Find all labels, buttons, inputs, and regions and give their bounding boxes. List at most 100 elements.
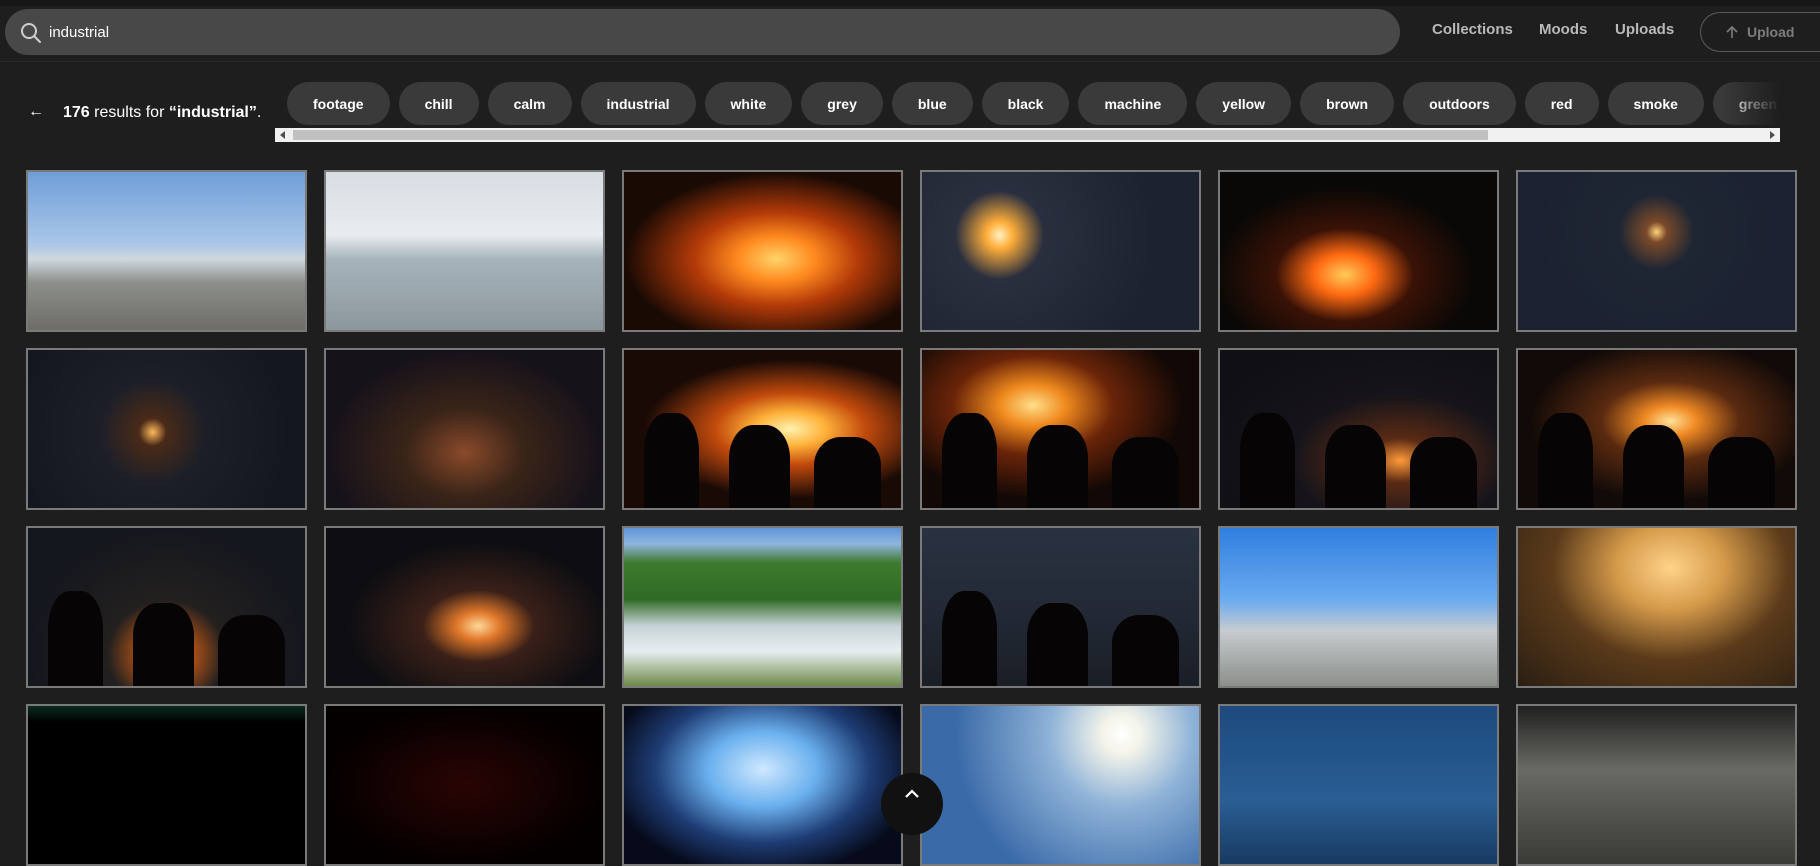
- video-thumbnail-people-fire-backlit[interactable]: [1516, 348, 1797, 510]
- tag-chip-grey[interactable]: grey: [801, 82, 883, 125]
- results-middle-text: results for: [89, 104, 169, 121]
- thumbnail-image: [1518, 528, 1795, 686]
- tag-chip-industrial[interactable]: industrial: [580, 82, 696, 125]
- thumbnail-image: [326, 172, 603, 330]
- silhouette-shape: [1112, 437, 1179, 508]
- tags-fade-overlay: [1720, 82, 1780, 130]
- video-thumbnail-gears-mechanism[interactable]: [1516, 704, 1797, 866]
- tag-chip-machine[interactable]: machine: [1078, 82, 1188, 125]
- thumbnail-image: [624, 706, 901, 864]
- video-thumbnail-torch-flame-night[interactable]: [920, 170, 1201, 332]
- silhouette-shape: [133, 603, 194, 686]
- tag-list: footage chill calm industrial white grey blue b…: [287, 82, 1780, 125]
- results-count: 176: [63, 104, 90, 121]
- video-thumbnail-dam-river-hills[interactable]: [622, 526, 903, 688]
- thumbnail-image: [326, 528, 603, 686]
- video-thumbnail-fence-sea-view[interactable]: [324, 170, 605, 332]
- silhouette-shape: [1027, 425, 1088, 508]
- silhouette-shape: [1538, 413, 1593, 508]
- silhouette-shape: [1623, 425, 1684, 508]
- tag-chip-footage[interactable]: footage: [287, 82, 390, 125]
- video-thumbnail-sun-mountains[interactable]: [920, 704, 1201, 866]
- scrollbar-thumb[interactable]: [293, 130, 1488, 140]
- thumbnail-image: [1220, 706, 1497, 864]
- thumbnail-image: [1220, 172, 1497, 330]
- nav-moods-link[interactable]: Moods: [1539, 21, 1587, 38]
- results-grid: [26, 170, 1797, 866]
- results-end-text: .: [256, 104, 262, 121]
- tag-chip-white[interactable]: white: [704, 82, 793, 125]
- scroll-left-icon[interactable]: [280, 131, 285, 139]
- video-thumbnail-satellite-dish[interactable]: [1218, 704, 1499, 866]
- video-thumbnail-lit-tower-night[interactable]: [1516, 170, 1797, 332]
- video-thumbnail-night-street-light[interactable]: [26, 348, 307, 510]
- silhouette-shape: [1325, 425, 1386, 508]
- thumbnail-image: [28, 706, 305, 864]
- silhouette-shape: [1027, 603, 1088, 686]
- video-thumbnail-blurred-blue-light[interactable]: [622, 704, 903, 866]
- tag-chip-chill[interactable]: chill: [398, 82, 479, 125]
- tag-chip-yellow[interactable]: yellow: [1196, 82, 1292, 125]
- scroll-to-top-button[interactable]: [881, 773, 943, 835]
- silhouette-shape: [1240, 413, 1295, 508]
- thumbnail-image: [624, 528, 901, 686]
- silhouette-shape: [1410, 437, 1477, 508]
- silhouette-shape: [942, 591, 997, 686]
- thumbnail-image: [1518, 706, 1795, 864]
- silhouette-shape: [729, 425, 790, 508]
- video-thumbnail-digital-glitch[interactable]: [26, 704, 307, 866]
- arrow-up-icon: [1726, 25, 1738, 38]
- scroll-right-icon[interactable]: [1770, 131, 1775, 139]
- silhouette-shape: [814, 437, 881, 508]
- silhouette-shape: [218, 615, 285, 686]
- video-thumbnail-dark-crowd-lights[interactable]: [1218, 348, 1499, 510]
- thumbnail-image: [1220, 528, 1497, 686]
- thumbnail-image: [28, 350, 305, 508]
- results-term: “industrial”: [168, 104, 257, 121]
- thumbnail-image: [922, 172, 1199, 330]
- top-bar: Collections Moods Uploads Upload: [0, 0, 1820, 62]
- nav-uploads-link[interactable]: Uploads: [1615, 21, 1674, 38]
- video-thumbnail-people-fire-night[interactable]: [26, 526, 307, 688]
- thumbnail-image: [624, 172, 901, 330]
- thumbnail-image: [1518, 172, 1795, 330]
- thumbnail-image: [28, 172, 305, 330]
- search-box[interactable]: [5, 9, 1400, 55]
- silhouette-shape: [1112, 615, 1179, 686]
- thumbnail-image: [326, 350, 603, 508]
- video-thumbnail-crowd-silhouette-fire[interactable]: [622, 348, 903, 510]
- video-thumbnail-dim-crowd-tower[interactable]: [920, 526, 1201, 688]
- upload-button[interactable]: Upload: [1700, 12, 1820, 52]
- video-thumbnail-pier-gate-sea[interactable]: [26, 170, 307, 332]
- tag-chip-red[interactable]: red: [1524, 82, 1599, 125]
- thumbnail-image: [922, 706, 1199, 864]
- video-thumbnail-cluttered-debris-night[interactable]: [324, 348, 605, 510]
- silhouette-shape: [644, 413, 699, 508]
- tag-chip-smoke[interactable]: smoke: [1607, 82, 1704, 125]
- search-input[interactable]: [49, 9, 1369, 55]
- video-thumbnail-red-digital-clock[interactable]: [324, 704, 605, 866]
- thumbnail-image: [326, 706, 603, 864]
- silhouette-shape: [942, 413, 997, 508]
- back-button[interactable]: ←: [28, 103, 44, 121]
- video-thumbnail-smoking-factory-rail[interactable]: [1516, 526, 1797, 688]
- video-thumbnail-crowd-around-fire[interactable]: [920, 348, 1201, 510]
- tag-chip-outdoors[interactable]: outdoors: [1403, 82, 1516, 125]
- video-thumbnail-campfire-dark[interactable]: [1218, 170, 1499, 332]
- video-thumbnail-power-lines-plant[interactable]: [1218, 526, 1499, 688]
- chevron-up-icon: [905, 789, 919, 798]
- silhouette-shape: [1708, 437, 1775, 508]
- nav-collections-link[interactable]: Collections: [1432, 21, 1513, 38]
- tag-chip-black[interactable]: black: [981, 82, 1070, 125]
- search-icon: [21, 23, 41, 43]
- upload-button-label: Upload: [1747, 24, 1795, 40]
- tags-scrollbar[interactable]: [275, 128, 1780, 142]
- tag-filter-strip: footage chill calm industrial white grey blue b…: [275, 82, 1780, 142]
- silhouette-shape: [48, 591, 103, 686]
- results-summary: 176 results for “industrial”.: [63, 104, 261, 122]
- tag-chip-calm[interactable]: calm: [487, 82, 572, 125]
- tag-chip-blue[interactable]: blue: [891, 82, 973, 125]
- video-thumbnail-bonfire-logs[interactable]: [622, 170, 903, 332]
- tag-chip-brown[interactable]: brown: [1300, 82, 1395, 125]
- video-thumbnail-embers-dark[interactable]: [324, 526, 605, 688]
